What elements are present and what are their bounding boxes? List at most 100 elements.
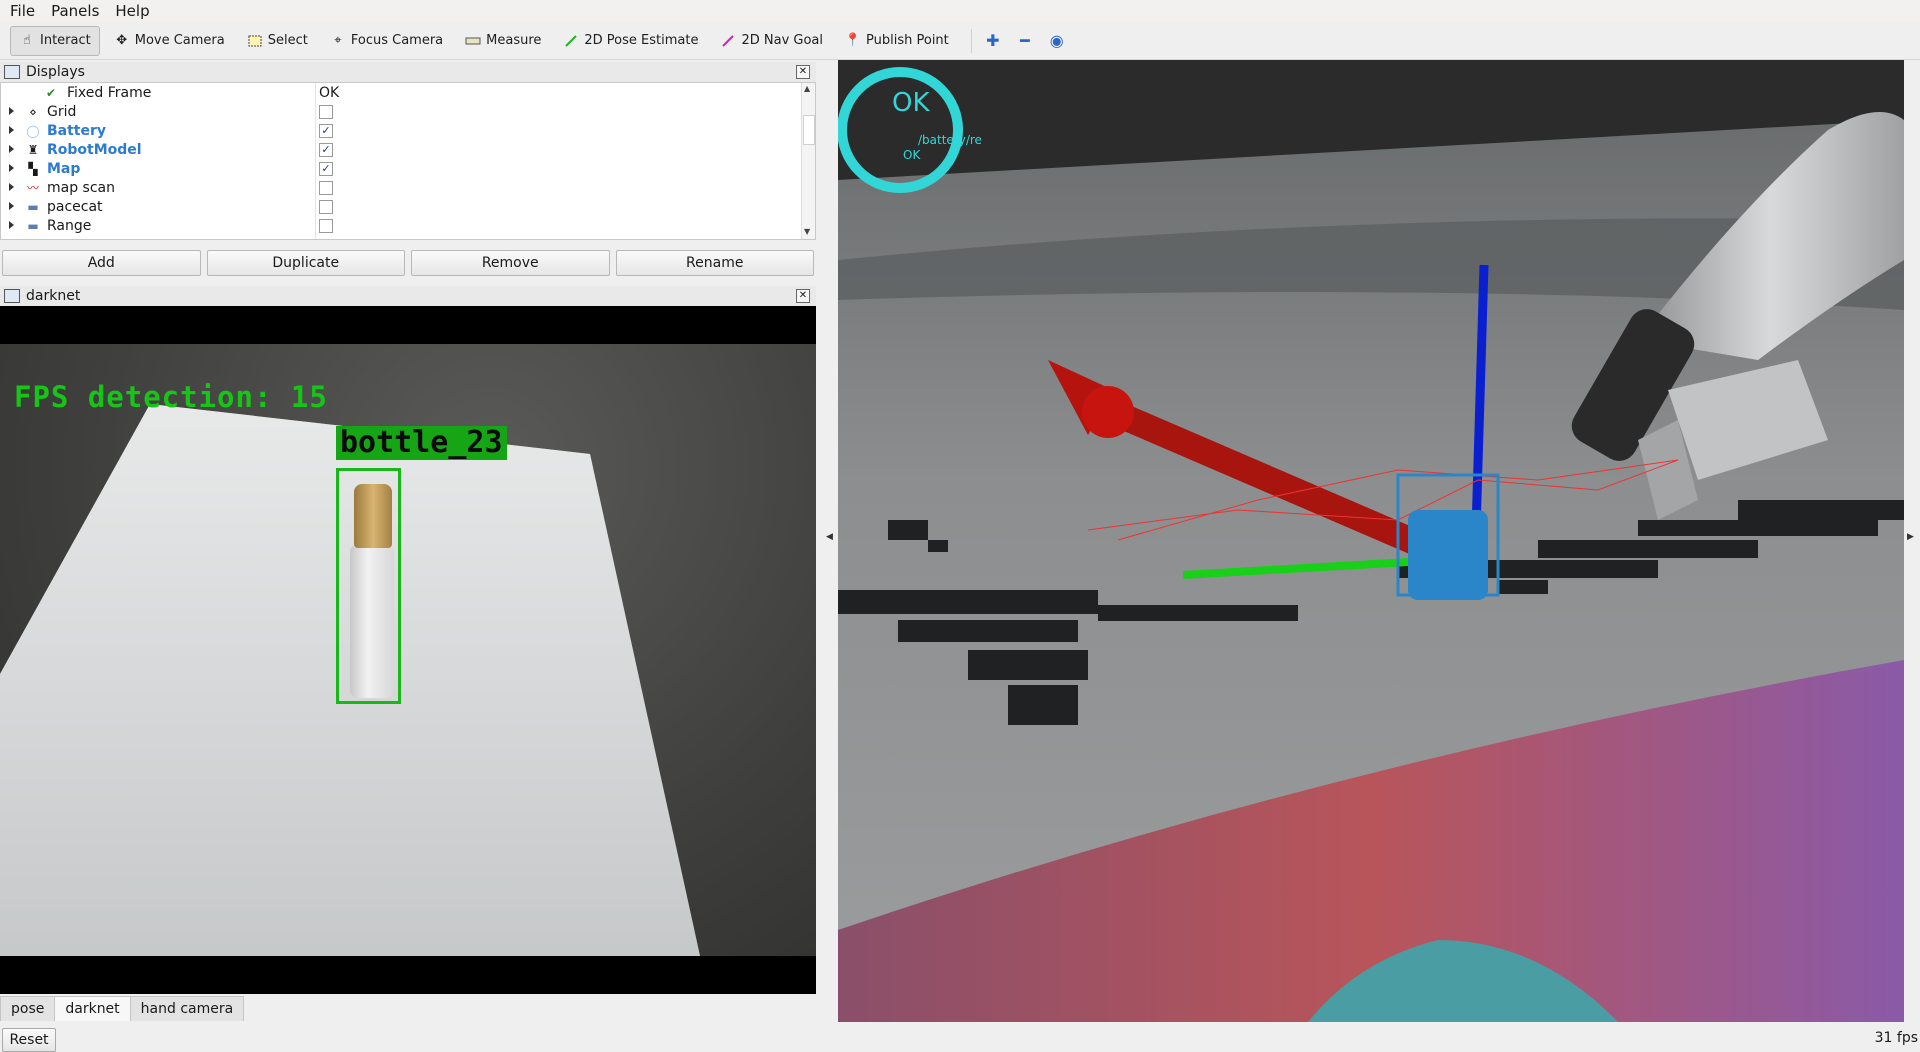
battery-label: Battery xyxy=(47,122,107,139)
expand-arrow-icon[interactable] xyxy=(9,202,14,210)
monitor-icon xyxy=(4,65,20,79)
tree-row-robotmodel[interactable]: ♜ RobotModel ✓ xyxy=(1,140,815,159)
tree-row-range[interactable]: ▬ Range xyxy=(1,216,815,235)
collapse-right-icon[interactable]: ▶ xyxy=(1907,532,1914,542)
scroll-up-icon[interactable]: ▲ xyxy=(804,84,810,93)
remove-button[interactable]: Remove xyxy=(411,250,610,276)
range-checkbox[interactable] xyxy=(319,219,333,233)
close-icon[interactable]: ✕ xyxy=(796,289,810,303)
select-tool-button[interactable]: Select xyxy=(239,27,316,55)
tab-darknet[interactable]: darknet xyxy=(54,996,131,1021)
laser-scan-icon: 〰 xyxy=(26,181,39,195)
robotmodel-checkbox[interactable]: ✓ xyxy=(319,143,333,157)
expand-arrow-icon[interactable] xyxy=(9,126,14,134)
displays-tree: ✔ Fixed Frame OK ⋄ Grid ◯ Battery ✓ ♜ Ro… xyxy=(0,82,816,240)
range-label: Range xyxy=(47,217,92,234)
publish-point-label: Publish Point xyxy=(866,33,949,48)
tab-pose[interactable]: pose xyxy=(0,996,56,1021)
interact-label: Interact xyxy=(40,33,91,48)
grid-icon: ⋄ xyxy=(29,104,37,119)
grid-checkbox[interactable] xyxy=(319,105,333,119)
map-pin-icon: 📍 xyxy=(844,33,862,48)
battery-display-icon: ◯ xyxy=(26,123,40,138)
toolbar-divider xyxy=(970,28,972,53)
darknet-panel-header: darknet ✕ xyxy=(0,286,816,306)
camera-image: FPS detection: 15 bottle_23 xyxy=(0,344,816,956)
measure-tool-button[interactable]: Measure xyxy=(457,27,549,55)
pose-estimate-tool-button[interactable]: 2D Pose Estimate xyxy=(555,27,706,55)
displays-scrollbar[interactable]: ▲ ▼ xyxy=(801,83,815,239)
tab-hand-camera[interactable]: hand camera xyxy=(129,996,245,1021)
pacecat-label: pacecat xyxy=(47,198,103,215)
publish-point-tool-button[interactable]: 📍 Publish Point xyxy=(837,27,957,55)
rename-button[interactable]: Rename xyxy=(615,250,814,276)
menu-help[interactable]: Help xyxy=(105,2,155,20)
folder-icon: ▬ xyxy=(27,199,39,214)
displays-panel-title: Displays xyxy=(26,64,85,80)
overlay-topic-text: /battery/re xyxy=(918,133,982,147)
tree-row-battery[interactable]: ◯ Battery ✓ xyxy=(1,121,815,140)
interact-tool-button[interactable]: ☝ Interact xyxy=(10,25,100,56)
scroll-down-icon[interactable]: ▼ xyxy=(804,227,810,236)
close-icon[interactable]: ✕ xyxy=(796,65,810,79)
collapse-left-icon[interactable]: ◀ xyxy=(826,532,833,542)
map-icon: ▚ xyxy=(28,161,38,176)
tree-row-grid[interactable]: ⋄ Grid xyxy=(1,102,815,121)
fixed-frame-value: OK xyxy=(319,84,340,101)
displays-button-row: Add Duplicate Remove Rename xyxy=(0,250,816,276)
move-camera-label: Move Camera xyxy=(134,33,225,48)
overlay-status-text: OK xyxy=(892,88,930,118)
remove-tool-button[interactable]: ━ xyxy=(1012,28,1038,54)
move-camera-tool-button[interactable]: ✥ Move Camera xyxy=(106,27,233,55)
eye-icon: ◉ xyxy=(1049,31,1064,50)
status-bar xyxy=(0,1026,1920,1052)
menu-bar: File Panels Help xyxy=(0,0,1920,22)
add-button[interactable]: Add xyxy=(2,250,201,276)
view-options-button[interactable]: ◉ xyxy=(1044,28,1070,54)
bottom-tab-bar: pose darknet hand camera xyxy=(0,996,245,1021)
expand-arrow-icon[interactable] xyxy=(9,183,14,191)
expand-arrow-icon[interactable] xyxy=(9,221,14,229)
menu-file[interactable]: File xyxy=(0,2,41,20)
fps-detection-text: FPS detection: 15 xyxy=(14,380,328,414)
add-tool-button[interactable]: ✚ xyxy=(980,28,1006,54)
tree-row-map-scan[interactable]: 〰 map scan xyxy=(1,178,815,197)
toolbar: ☝ Interact ✥ Move Camera Select ⌖ Focus … xyxy=(0,22,1920,60)
expand-arrow-icon[interactable] xyxy=(9,164,14,172)
measure-label: Measure xyxy=(486,33,542,48)
pacecat-checkbox[interactable] xyxy=(319,200,333,214)
robotmodel-label: RobotModel xyxy=(47,141,142,158)
expand-arrow-icon[interactable] xyxy=(9,145,14,153)
plus-icon: ✚ xyxy=(986,31,1000,50)
crosshair-icon: ⌖ xyxy=(334,33,342,48)
tree-row-pacecat[interactable]: ▬ pacecat xyxy=(1,197,815,216)
pose-estimate-label: 2D Pose Estimate xyxy=(584,33,699,48)
focus-camera-tool-button[interactable]: ⌖ Focus Camera xyxy=(322,27,451,55)
green-arrow-icon xyxy=(563,33,579,49)
map-scan-label: map scan xyxy=(47,179,115,196)
menu-panels[interactable]: Panels xyxy=(41,2,105,20)
map-scan-checkbox[interactable] xyxy=(319,181,333,195)
expand-arrow-icon[interactable] xyxy=(9,107,14,115)
3d-render-view[interactable] xyxy=(838,60,1904,1022)
reset-button[interactable]: Reset xyxy=(2,1028,56,1052)
fixed-frame-label: Fixed Frame xyxy=(67,84,152,101)
check-icon: ✔ xyxy=(45,85,57,100)
map-checkbox[interactable]: ✓ xyxy=(319,162,333,176)
detection-label: bottle_23 xyxy=(336,426,507,460)
tree-row-fixed-frame[interactable]: ✔ Fixed Frame OK xyxy=(1,83,815,102)
nav-goal-label: 2D Nav Goal xyxy=(741,33,824,48)
move-arrows-icon: ✥ xyxy=(116,33,128,48)
3d-scene xyxy=(838,60,1904,1022)
detection-bounding-box xyxy=(336,468,401,704)
hand-pointer-icon: ☝ xyxy=(23,33,31,48)
nav-goal-tool-button[interactable]: 2D Nav Goal xyxy=(712,27,831,55)
battery-checkbox[interactable]: ✓ xyxy=(319,124,333,138)
duplicate-button[interactable]: Duplicate xyxy=(206,250,405,276)
scrollbar-thumb[interactable] xyxy=(803,115,815,145)
select-rectangle-icon xyxy=(247,33,263,49)
select-label: Select xyxy=(267,33,308,48)
ruler-icon xyxy=(465,33,481,49)
tree-row-map[interactable]: ▚ Map ✓ xyxy=(1,159,815,178)
panel-splitter[interactable]: ◀ xyxy=(816,60,838,1026)
